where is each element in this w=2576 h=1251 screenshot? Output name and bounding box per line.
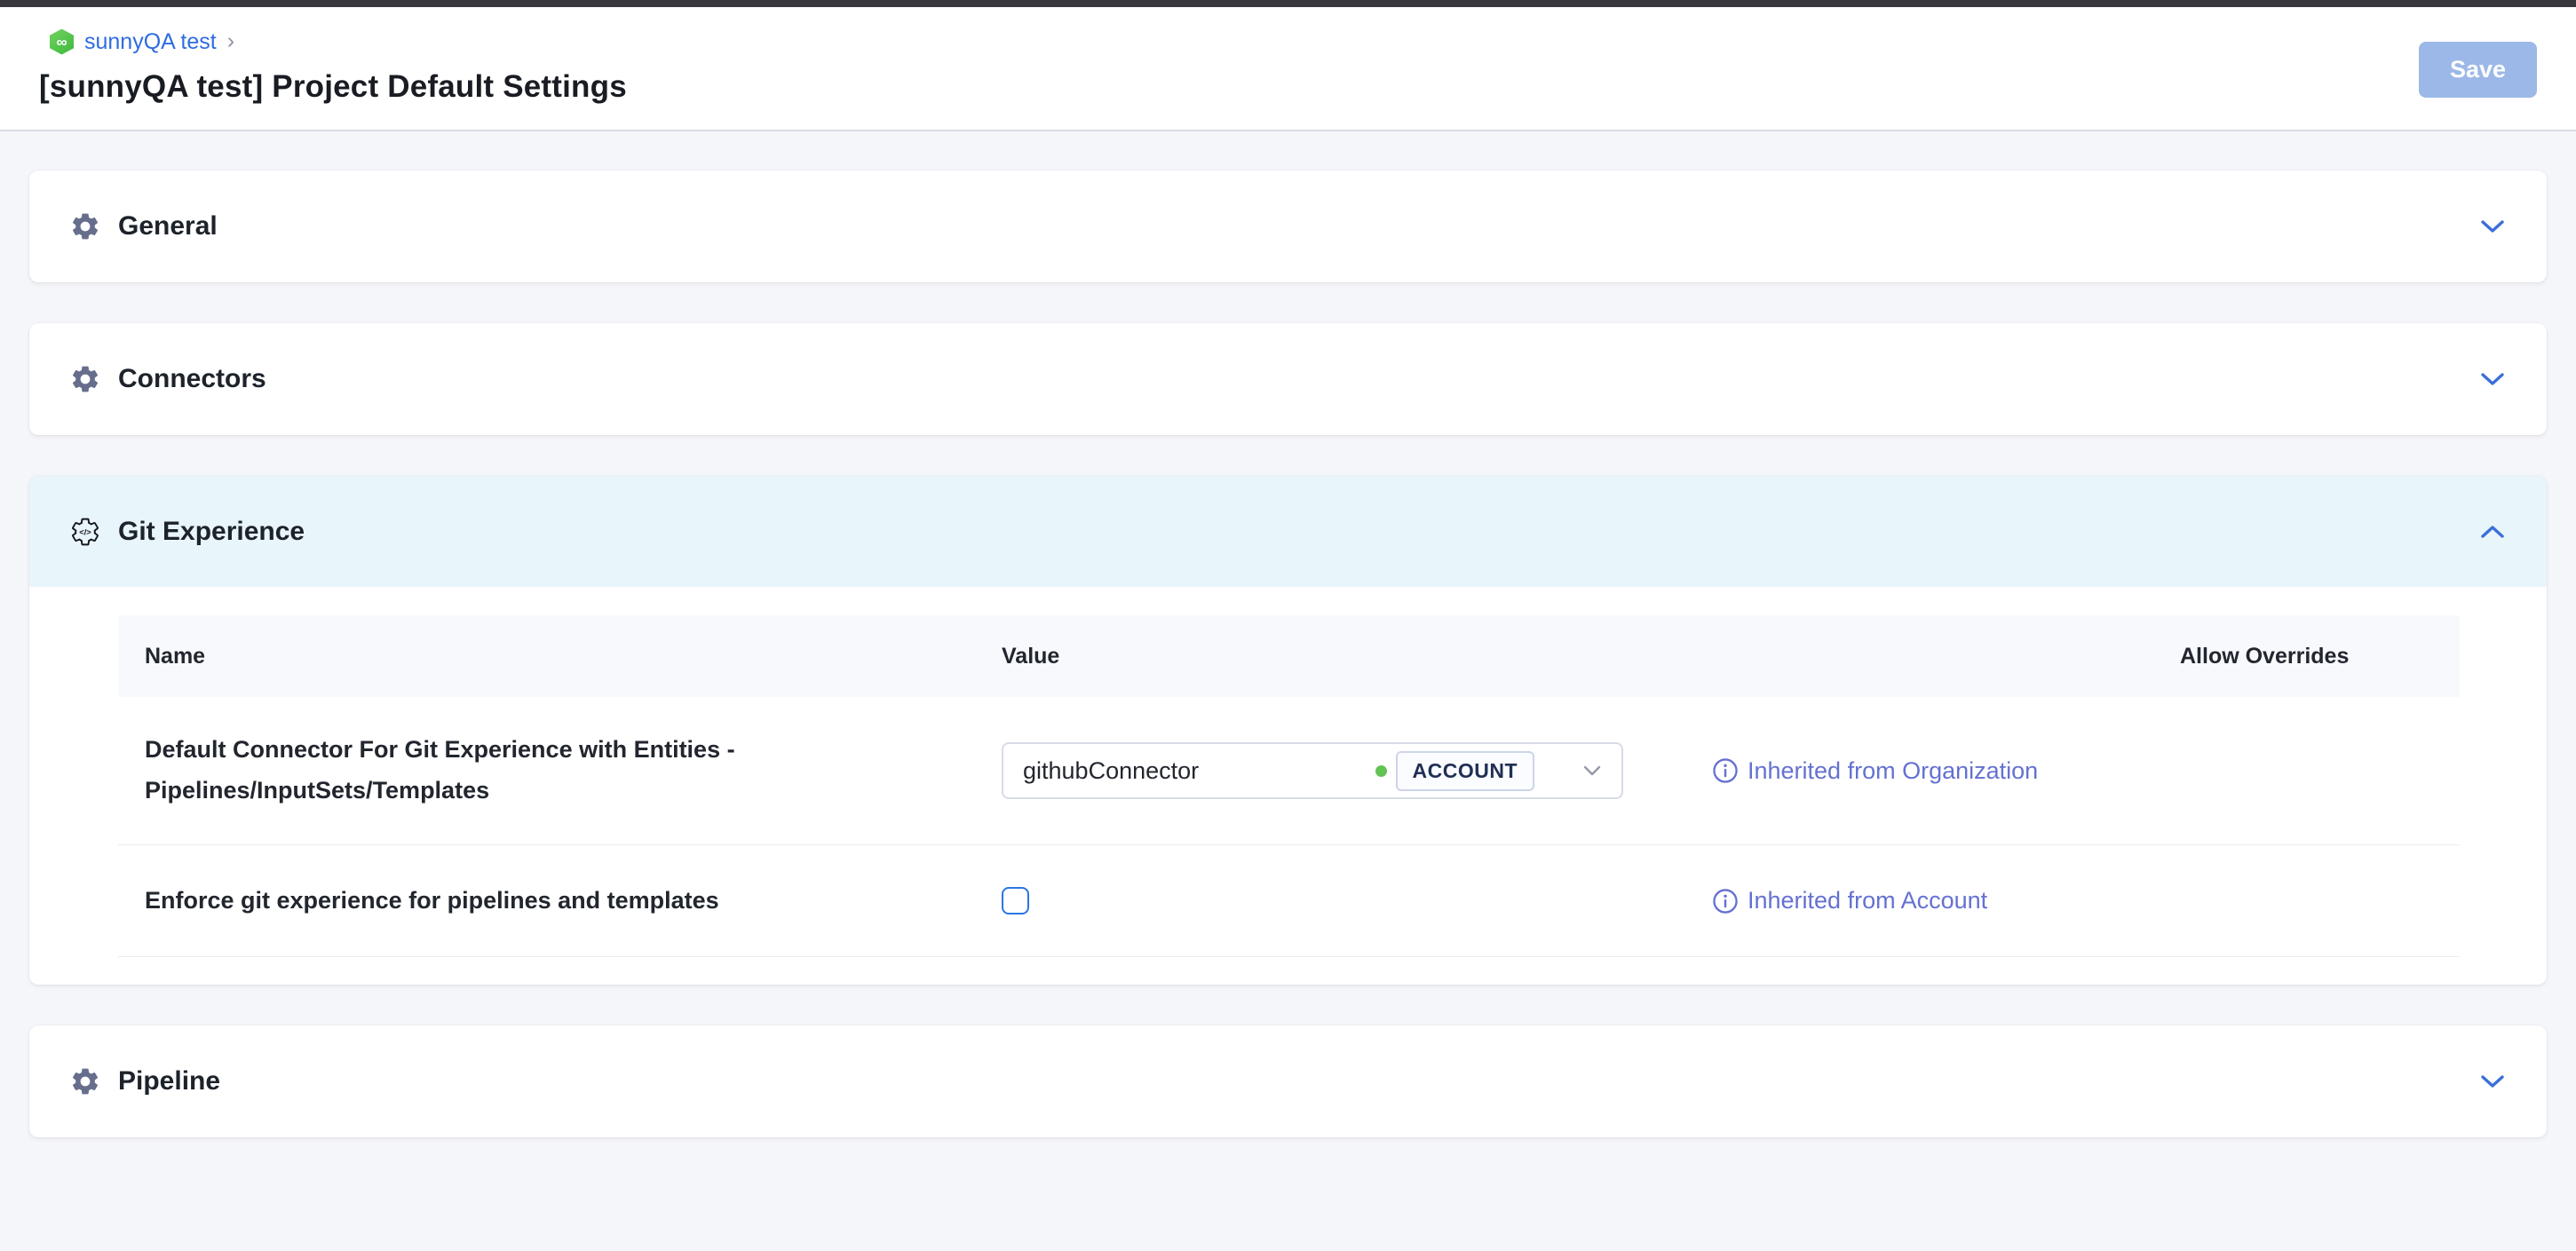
settings-list: General Connectors </> Git Experie — [0, 131, 2576, 1137]
col-header-value: Value — [975, 644, 1685, 669]
scope-badge: ACCOUNT — [1396, 751, 1535, 791]
info-circle-icon — [1712, 888, 1739, 914]
section-general-title: General — [118, 211, 218, 241]
table-row: Enforce git experience for pipelines and… — [118, 845, 2460, 957]
section-connectors-header[interactable]: Connectors — [29, 323, 2547, 435]
git-settings-table: Name Value Allow Overrides Default Conne… — [118, 615, 2460, 957]
section-connectors-title: Connectors — [118, 364, 266, 394]
table-header-row: Name Value Allow Overrides — [118, 615, 2460, 697]
section-general: General — [29, 170, 2547, 282]
setting-name: Enforce git experience for pipelines and… — [118, 881, 975, 922]
inherited-from-account-link[interactable]: Inherited from Account — [1712, 887, 2180, 914]
info-circle-icon — [1712, 757, 1739, 784]
connector-select[interactable]: ACCOUNT — [1002, 742, 1623, 799]
section-pipeline: Pipeline — [29, 1025, 2547, 1137]
connector-status-dot — [1375, 765, 1387, 777]
section-git-experience-header[interactable]: </> Git Experience — [29, 476, 2547, 587]
chevron-down-icon[interactable] — [2479, 218, 2506, 235]
inherited-from-organization-link[interactable]: Inherited from Organization — [1712, 757, 2180, 785]
page-header: ∞ sunnyQA test › [sunnyQA test] Project … — [0, 7, 2576, 131]
chevron-down-icon[interactable] — [2479, 370, 2506, 388]
page-title: [sunnyQA test] Project Default Settings — [39, 69, 2537, 105]
section-git-experience: </> Git Experience Name Value Allow Over… — [29, 476, 2547, 985]
save-button[interactable]: Save — [2419, 42, 2537, 98]
connector-value-input[interactable] — [1023, 757, 1375, 785]
gear-code-icon: </> — [69, 516, 101, 548]
setting-name: Default Connector For Git Experience wit… — [118, 730, 975, 812]
top-window-bar — [0, 0, 2576, 7]
col-header-name: Name — [118, 644, 975, 669]
section-git-experience-title: Git Experience — [118, 517, 305, 547]
project-icon: ∞ — [50, 29, 74, 55]
col-header-allow-overrides: Allow Overrides — [2180, 644, 2460, 669]
section-general-header[interactable]: General — [29, 170, 2547, 282]
chevron-up-icon[interactable] — [2479, 523, 2506, 541]
svg-text:</>: </> — [79, 527, 91, 536]
gear-icon — [69, 1065, 101, 1097]
chevron-right-icon: › — [227, 28, 234, 54]
gear-icon — [69, 210, 101, 242]
chevron-down-icon[interactable] — [1582, 764, 1602, 777]
enforce-git-experience-checkbox[interactable] — [1002, 887, 1029, 914]
chevron-down-icon[interactable] — [2479, 1073, 2506, 1090]
section-pipeline-title: Pipeline — [118, 1066, 220, 1097]
breadcrumb-project-link[interactable]: sunnyQA test — [84, 29, 217, 55]
gear-icon — [69, 363, 101, 395]
section-connectors: Connectors — [29, 323, 2547, 435]
section-pipeline-header[interactable]: Pipeline — [29, 1025, 2547, 1137]
breadcrumb: ∞ sunnyQA test › — [50, 28, 2537, 55]
table-row: Default Connector For Git Experience wit… — [118, 697, 2460, 845]
